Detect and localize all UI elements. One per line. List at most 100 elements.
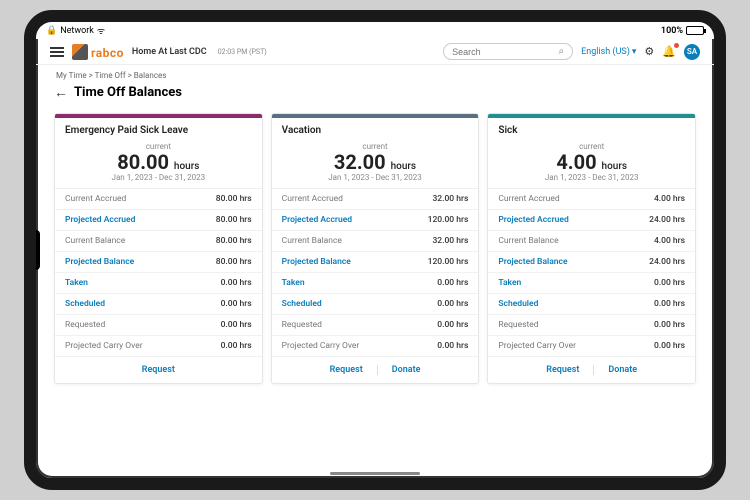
balance-row[interactable]: Projected Balance 24.00 hrs <box>488 252 695 273</box>
row-label: Current Balance <box>498 236 558 246</box>
row-label: Projected Carry Over <box>65 341 143 351</box>
balance-card: Sickcurrent4.00 hoursJan 1, 2023 - Dec 3… <box>487 113 696 384</box>
row-value: 24.00 hrs <box>649 257 685 267</box>
balance-row: Current Balance 80.00 hrs <box>55 231 262 252</box>
row-value: 80.00 hrs <box>216 236 252 246</box>
row-label: Taken <box>65 278 88 288</box>
balance-row: Current Balance32.00 hrs <box>272 231 479 252</box>
row-value: 80.00 hrs <box>216 194 252 204</box>
row-value: 32.00 hrs <box>432 194 468 204</box>
row-value: 0.00 hrs <box>654 278 685 288</box>
row-label: Scheduled <box>65 299 105 309</box>
request-link[interactable]: Request <box>128 365 189 375</box>
search-icon: ⌕ <box>559 46 565 57</box>
balance-card: Vacationcurrent32.00 hoursJan 1, 2023 - … <box>271 113 480 384</box>
balance-value: 32.00 hours <box>272 151 479 173</box>
back-arrow-icon[interactable]: ← <box>54 84 68 101</box>
row-label: Projected Accrued <box>282 215 352 225</box>
balance-row[interactable]: Projected Accrued 120.00 hrs <box>272 210 479 231</box>
card-title: Vacation <box>272 118 479 139</box>
balance-row: Projected Carry Over0.00 hrs <box>272 336 479 357</box>
home-indicator[interactable] <box>330 472 420 475</box>
language-selector[interactable]: English (US) ▾ <box>581 47 636 57</box>
row-value: 0.00 hrs <box>221 341 252 351</box>
balance-row[interactable]: Taken0.00 hrs <box>488 273 695 294</box>
row-value: 0.00 hrs <box>221 299 252 309</box>
balance-row: Current Accrued4.00 hrs <box>488 189 695 210</box>
balance-row[interactable]: Scheduled0.00 hrs <box>488 294 695 315</box>
balance-row[interactable]: Projected Balance 80.00 hrs <box>55 252 262 273</box>
balance-row: Requested 0.00 hrs <box>272 315 479 336</box>
search-field[interactable] <box>452 47 558 57</box>
wifi-icon: ᯤ <box>97 24 105 37</box>
lock-icon: 🔒 <box>46 26 57 36</box>
row-label: Requested <box>498 320 538 330</box>
row-label: Projected Balance <box>65 257 134 267</box>
date-range: Jan 1, 2023 - Dec 31, 2023 <box>55 173 262 182</box>
donate-link[interactable]: Donate <box>377 365 435 375</box>
balance-card: Emergency Paid Sick Leavecurrent80.00 ho… <box>54 113 263 384</box>
row-value: 0.00 hrs <box>437 299 468 309</box>
balance-row: Current Accrued 32.00 hrs <box>272 189 479 210</box>
notifications-icon[interactable]: 🔔 <box>662 45 676 58</box>
balance-row: Requested 0.00 hrs <box>488 315 695 336</box>
row-value: 120.00 hrs <box>428 215 469 225</box>
row-value: 120.00 hrs <box>428 257 469 267</box>
balance-row[interactable]: Taken0.00 hrs <box>272 273 479 294</box>
row-label: Current Accrued <box>498 194 559 204</box>
balance-row: Current Accrued 80.00 hrs <box>55 189 262 210</box>
row-value: 0.00 hrs <box>654 320 685 330</box>
balance-row: Projected Carry Over 0.00 hrs <box>488 336 695 357</box>
donate-link[interactable]: Donate <box>593 365 651 375</box>
card-title: Emergency Paid Sick Leave <box>55 118 262 139</box>
row-label: Current Accrued <box>65 194 126 204</box>
row-value: 0.00 hrs <box>221 320 252 330</box>
avatar[interactable]: SA <box>684 44 700 60</box>
row-label: Current Accrued <box>282 194 343 204</box>
row-label: Projected Accrued <box>498 215 568 225</box>
battery-icon <box>686 26 704 35</box>
row-label: Current Balance <box>282 236 342 246</box>
balance-row: Requested 0.00 hrs <box>55 315 262 336</box>
settings-icon[interactable]: ⚙ <box>644 45 654 58</box>
brand-logo[interactable]: rabco <box>72 42 124 61</box>
row-label: Requested <box>282 320 322 330</box>
row-value: 80.00 hrs <box>216 257 252 267</box>
logo-mark-icon <box>72 44 88 60</box>
app-header: rabco Home At Last CDC 02:03 PM (PST) ⌕ … <box>36 39 714 65</box>
org-time: 02:03 PM (PST) <box>218 48 267 56</box>
balance-value: 4.00 hours <box>488 151 695 173</box>
notification-badge <box>674 43 679 48</box>
page-title: Time Off Balances <box>74 85 182 100</box>
row-label: Projected Carry Over <box>282 341 360 351</box>
balance-row[interactable]: Projected Balance 120.00 hrs <box>272 252 479 273</box>
row-value: 80.00 hrs <box>216 215 252 225</box>
row-value: 0.00 hrs <box>437 320 468 330</box>
row-value: 4.00 hrs <box>654 236 685 246</box>
balance-row[interactable]: Scheduled 0.00 hrs <box>55 294 262 315</box>
balance-row[interactable]: Projected Accrued80.00 hrs <box>55 210 262 231</box>
row-label: Projected Balance <box>282 257 351 267</box>
row-label: Current Balance <box>65 236 125 246</box>
row-label: Scheduled <box>498 299 538 309</box>
request-link[interactable]: Request <box>316 365 377 375</box>
request-link[interactable]: Request <box>532 365 593 375</box>
battery-percent: 100% <box>661 26 683 36</box>
balance-row[interactable]: Projected Accrued24.00 hrs <box>488 210 695 231</box>
balance-row: Projected Carry Over 0.00 hrs <box>55 336 262 357</box>
search-input[interactable]: ⌕ <box>443 43 573 60</box>
row-label: Projected Carry Over <box>498 341 576 351</box>
org-name: Home At Last CDC <box>132 47 207 57</box>
row-value: 0.00 hrs <box>654 341 685 351</box>
balance-row[interactable]: Taken 0.00 hrs <box>55 273 262 294</box>
device-status-bar: 🔒 Network ᯤ 100% <box>36 22 714 39</box>
chevron-down-icon: ▾ <box>632 47 637 57</box>
breadcrumb: My Time > Time Off > Balances <box>36 65 714 82</box>
card-title: Sick <box>488 118 695 139</box>
row-label: Projected Balance <box>498 257 567 267</box>
balance-row[interactable]: Scheduled 0.00 hrs <box>272 294 479 315</box>
menu-icon[interactable] <box>50 47 64 57</box>
row-label: Requested <box>65 320 105 330</box>
row-label: Scheduled <box>282 299 322 309</box>
row-value: 0.00 hrs <box>221 278 252 288</box>
